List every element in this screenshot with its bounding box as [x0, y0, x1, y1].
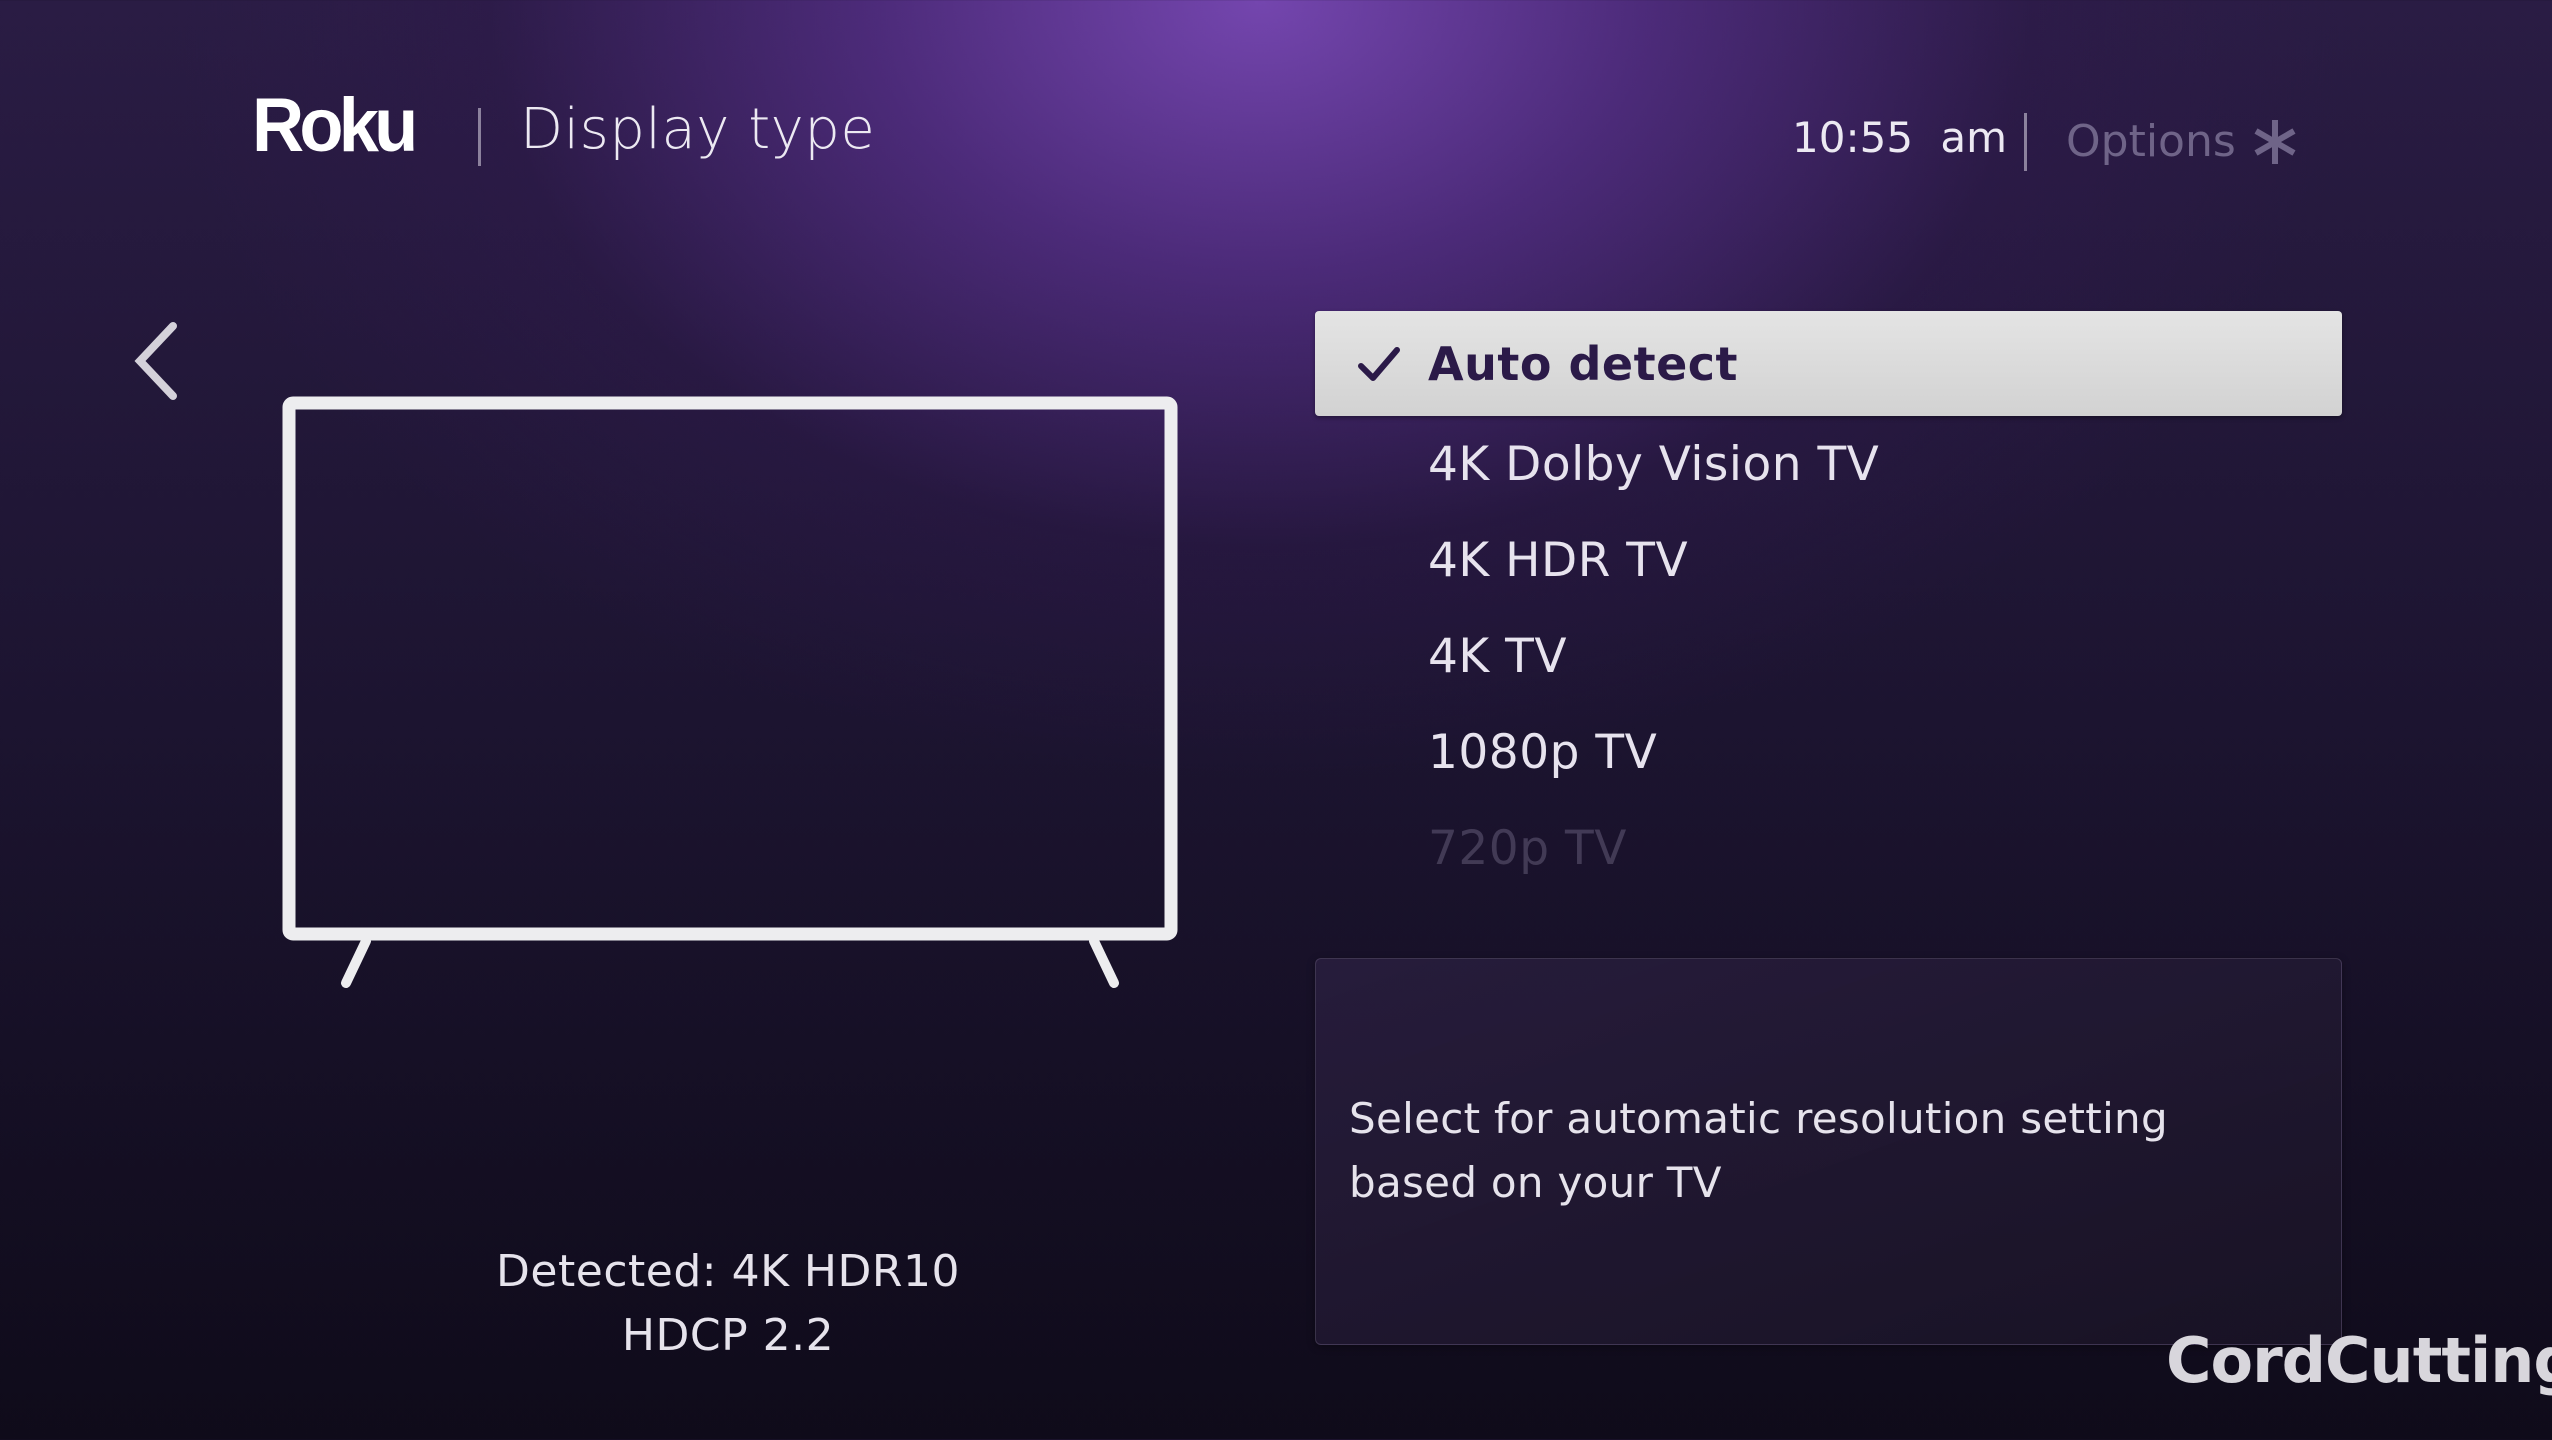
header-divider-right — [2024, 113, 2027, 171]
detected-hdcp: HDCP 2.2 — [621, 1310, 835, 1361]
clock: 10:55 am — [1792, 113, 2008, 162]
tv-leg-left — [341, 936, 371, 988]
asterisk-icon — [2250, 117, 2300, 167]
options-label: Options — [2066, 116, 2236, 167]
roku-logo: Roku — [252, 83, 418, 168]
tv-illustration — [276, 392, 1184, 994]
tv-screen-frame — [282, 396, 1178, 941]
list-item-label: 720p TV — [1428, 820, 1627, 876]
display-type-list: Auto detect 4K Dolby Vision TV 4K HDR TV… — [1315, 311, 2342, 896]
list-item-4k[interactable]: 4K TV — [1315, 608, 2342, 704]
options-button[interactable]: Options — [2066, 117, 2300, 167]
watermark-text: CordCutting — [2166, 1324, 2552, 1397]
detected-resolution: Detected: 4K HDR10 — [496, 1246, 960, 1297]
cordcutting-watermark: CordCutting™ — [2166, 1330, 2552, 1392]
checkmark-icon — [1358, 346, 1400, 381]
tv-leg-right — [1089, 936, 1119, 988]
list-item-label: Auto detect — [1428, 336, 1739, 391]
header-divider — [478, 108, 481, 166]
description-panel: Select for automatic resolution setting … — [1315, 958, 2342, 1345]
page-title: Display type — [520, 97, 876, 162]
chevron-left-icon — [134, 322, 177, 400]
list-item-label: 4K HDR TV — [1428, 532, 1689, 588]
list-item-label: 4K Dolby Vision TV — [1428, 436, 1880, 492]
list-item-4k-dolby-vision[interactable]: 4K Dolby Vision TV — [1315, 416, 2342, 512]
description-text: Select for automatic resolution setting … — [1349, 1094, 2168, 1207]
back-button[interactable] — [128, 318, 188, 404]
list-item-label: 4K TV — [1428, 628, 1568, 684]
detected-info: Detected: 4K HDR10 HDCP 2.2 — [380, 1240, 1076, 1368]
list-item-1080p[interactable]: 1080p TV — [1315, 704, 2342, 800]
list-item-4k-hdr[interactable]: 4K HDR TV — [1315, 512, 2342, 608]
list-item-auto-detect[interactable]: Auto detect — [1315, 311, 2342, 416]
list-item-label: 1080p TV — [1428, 724, 1658, 780]
list-item-720p[interactable]: 720p TV — [1315, 800, 2342, 896]
